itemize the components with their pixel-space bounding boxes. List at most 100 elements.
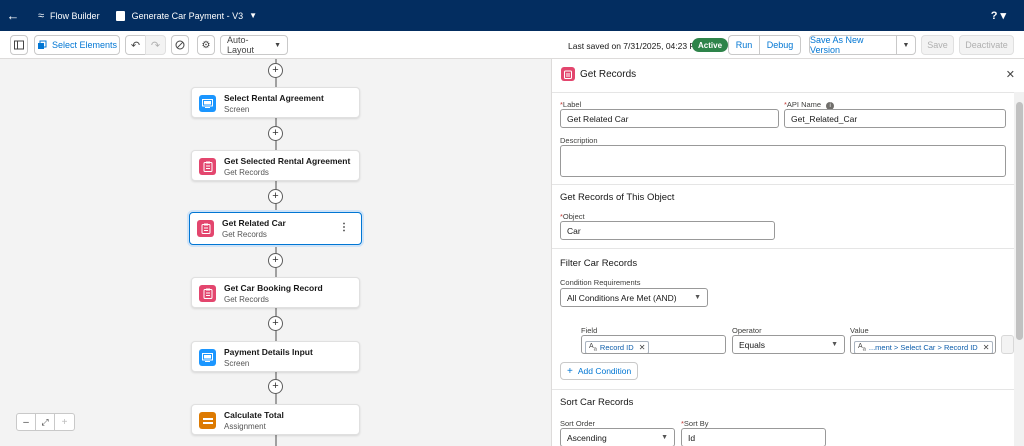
sort-by-input[interactable]: Id	[681, 428, 826, 446]
save-options-button[interactable]: ▼	[896, 35, 916, 55]
object-input[interactable]: Car	[560, 221, 775, 240]
screen-icon	[199, 349, 216, 366]
value-caption: Value	[850, 326, 869, 335]
settings-button[interactable]: ⚙	[197, 35, 215, 55]
add-element-button[interactable]: +	[268, 126, 283, 141]
add-condition-button[interactable]: + Add Condition	[560, 362, 639, 380]
text-type-icon: Aa	[858, 343, 866, 353]
flow-node-get-related-car[interactable]: Get Related Car Get Records ⋮	[189, 212, 362, 245]
panel-icon	[14, 40, 24, 50]
save-button[interactable]: Save	[921, 35, 954, 55]
panel-title: Get Records	[580, 69, 637, 80]
field-caption: Field	[581, 326, 598, 335]
condition-requirements-caption: Condition Requirements	[560, 278, 641, 287]
document-icon	[115, 10, 125, 21]
node-type: Assignment	[224, 422, 266, 431]
flow-canvas[interactable]: + + + + + + Select Rental Agreement Scre…	[0, 59, 551, 446]
divider	[552, 184, 1014, 185]
object-section-title: Get Records of This Object	[560, 192, 675, 203]
sort-order-value: Ascending	[567, 433, 607, 443]
assignment-icon	[199, 412, 216, 429]
node-title: Get Selected Rental Agreement	[224, 156, 351, 166]
app-header: ← ≈ Flow Builder Generate Car Payment - …	[0, 0, 1024, 31]
divider	[552, 389, 1014, 390]
sort-by-caption: *Sort By	[681, 419, 709, 428]
node-type: Get Records	[224, 295, 269, 304]
panel-scrollbar-thumb[interactable]	[1016, 102, 1023, 340]
remove-icon[interactable]: ✕	[983, 343, 990, 352]
value-input[interactable]: Aa ...ment > Select Car > Record ID ✕	[850, 335, 996, 354]
sort-order-caption: Sort Order	[560, 419, 596, 428]
condition-requirements-select[interactable]: All Conditions Are Met (AND) ▼	[560, 288, 708, 307]
operator-select[interactable]: Equals ▼	[732, 335, 845, 354]
layout-value: Auto-Layout	[227, 35, 255, 55]
select-elements-label: Select Elements	[51, 40, 118, 50]
zoom-controls: – ⤢ +	[16, 413, 75, 431]
add-element-button[interactable]: +	[268, 379, 283, 394]
get-records-icon	[561, 67, 575, 81]
help-icon[interactable]: ? ▾	[991, 9, 1006, 22]
undo-icon: ↶	[130, 39, 141, 52]
field-input[interactable]: Aa Record ID ✕	[581, 335, 726, 354]
value-value: ...ment > Select Car > Record ID	[868, 343, 978, 353]
delete-condition-button[interactable]	[1001, 335, 1014, 354]
properties-panel: Get Records ✕ *Label Get Related Car *AP…	[551, 59, 1024, 446]
filter-section-title: Filter Car Records	[560, 258, 638, 269]
add-element-button[interactable]: +	[268, 189, 283, 204]
debug-button[interactable]: Debug	[759, 35, 801, 55]
layout-select[interactable]: Auto-Layout ▼	[220, 35, 288, 55]
errors-button[interactable]	[171, 35, 189, 55]
flow-builder-icon: ≈	[38, 9, 45, 22]
operator-value: Equals	[739, 340, 765, 350]
toggle-panel-button[interactable]	[10, 35, 28, 55]
zoom-out-button[interactable]: –	[17, 414, 36, 430]
save-as-new-version-button[interactable]: Save As New Version	[809, 35, 897, 55]
add-element-button[interactable]: +	[268, 63, 283, 78]
flow-node-select-rental-agreement[interactable]: Select Rental Agreement Screen	[191, 87, 360, 118]
chevron-down-icon: ▼	[831, 341, 838, 348]
node-title: Payment Details Input	[224, 347, 313, 357]
toolbar: Select Elements ↶ ↷ ⚙ Auto-Layout ▼ Last…	[0, 31, 1024, 59]
plus-icon: +	[567, 365, 573, 377]
fit-view-button[interactable]: ⤢	[36, 414, 55, 430]
node-title: Get Related Car	[222, 218, 286, 228]
active-badge: Active	[692, 38, 729, 52]
divider	[552, 248, 1014, 249]
app-name: Flow Builder	[50, 10, 100, 21]
add-element-button[interactable]: +	[268, 253, 283, 268]
deactivate-button[interactable]: Deactivate	[959, 35, 1014, 55]
label-input[interactable]: Get Related Car	[560, 109, 779, 128]
remove-icon[interactable]: ✕	[639, 343, 646, 352]
get-records-icon	[197, 220, 214, 237]
api-name-input[interactable]: Get_Related_Car	[784, 109, 1006, 128]
flow-node-get-selected-rental-agreement[interactable]: Get Selected Rental Agreement Get Record…	[191, 150, 360, 181]
redo-icon: ↷	[150, 39, 161, 52]
chevron-down-icon[interactable]: ▼	[249, 11, 257, 20]
node-type: Screen	[224, 105, 250, 114]
divider	[552, 92, 1024, 93]
value-pill: Aa ...ment > Select Car > Record ID ✕	[854, 341, 994, 353]
sort-section-title: Sort Car Records	[560, 397, 634, 408]
flow-node-get-car-booking-record[interactable]: Get Car Booking Record Get Records	[191, 277, 360, 308]
node-title: Calculate Total	[224, 410, 284, 420]
get-records-icon	[199, 285, 216, 302]
chevron-down-icon: ▼	[661, 434, 668, 441]
select-elements-button[interactable]: Select Elements	[34, 35, 120, 55]
close-icon[interactable]: ✕	[1006, 68, 1015, 81]
gear-icon: ⚙	[201, 39, 211, 51]
select-elements-icon	[37, 40, 47, 49]
undo-button[interactable]: ↶	[125, 35, 146, 55]
chevron-down-icon: ▼	[694, 294, 701, 301]
redo-button[interactable]: ↷	[145, 35, 166, 55]
flow-name[interactable]: Generate Car Payment - V3	[132, 11, 244, 21]
add-element-button[interactable]: +	[268, 316, 283, 331]
flow-node-payment-details-input[interactable]: Payment Details Input Screen	[191, 341, 360, 372]
flow-node-calculate-total[interactable]: Calculate Total Assignment	[191, 404, 360, 435]
sort-order-select[interactable]: Ascending ▼	[560, 428, 675, 446]
run-button[interactable]: Run	[728, 35, 760, 55]
zoom-in-button[interactable]: +	[55, 414, 74, 430]
description-textarea[interactable]	[560, 145, 1006, 177]
back-arrow-icon[interactable]: ←	[0, 8, 26, 23]
add-condition-label: Add Condition	[577, 366, 632, 376]
more-options-icon[interactable]: ⋮	[339, 222, 349, 233]
